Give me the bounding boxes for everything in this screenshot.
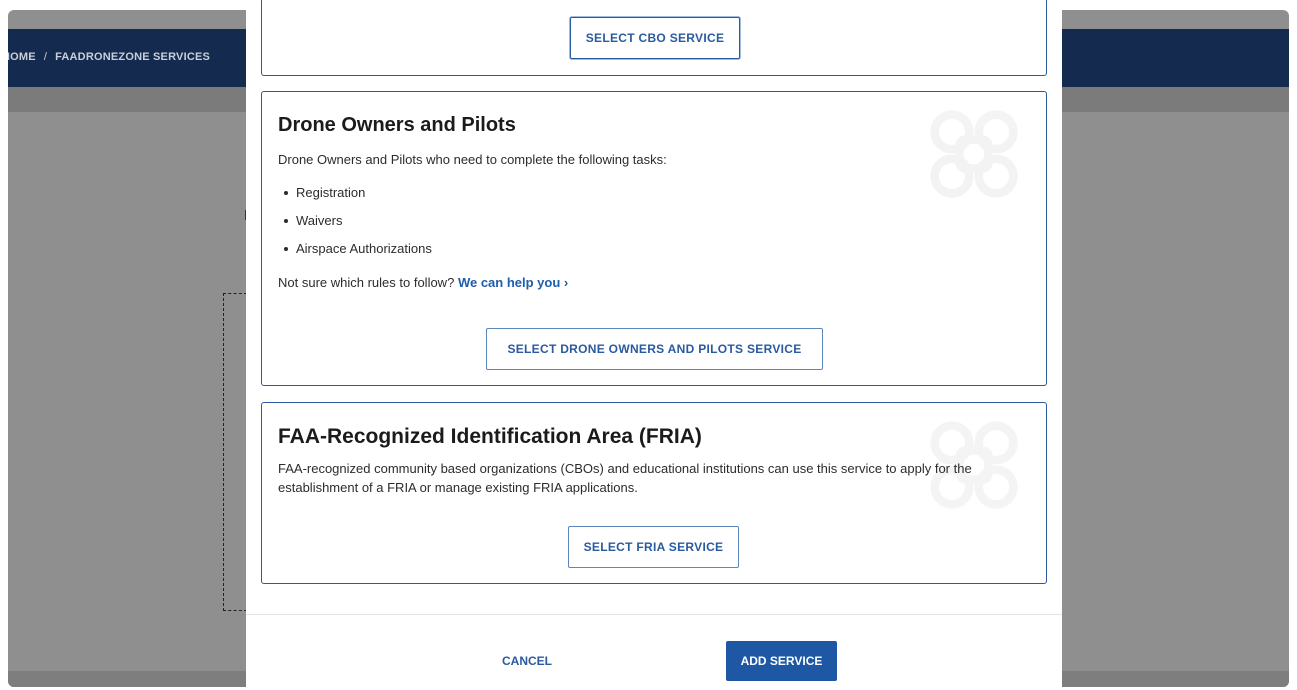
breadcrumb-current: FAADRONEZONE SERVICES [55, 51, 211, 63]
list-item: Waivers [280, 212, 432, 240]
task-label: Airspace Authorizations [296, 241, 432, 256]
drone-card-title: Drone Owners and Pilots [278, 114, 516, 136]
bullet-icon [284, 190, 288, 195]
breadcrumb: HOME / FAADRONEZONE SERVICES [8, 51, 210, 63]
list-item: Registration [280, 184, 432, 212]
task-label: Registration [296, 185, 366, 200]
select-fria-service-button[interactable]: SELECT FRIA SERVICE [568, 526, 739, 568]
cbo-service-card[interactable]: SELECT CBO SERVICE [261, 0, 1047, 76]
fria-service-card[interactable]: FAA-Recognized Identification Area (FRIA… [261, 402, 1047, 584]
select-drone-owners-pilots-button[interactable]: SELECT DRONE OWNERS AND PILOTS SERVICE [486, 328, 823, 370]
drone-card-description: Drone Owners and Pilots who need to comp… [278, 152, 667, 167]
breadcrumb-separator: / [43, 51, 48, 63]
drone-owners-pilots-card[interactable]: Drone Owners and Pilots Drone Owners and… [261, 91, 1047, 386]
add-service-button[interactable]: ADD SERVICE [726, 641, 837, 681]
drone-icon [930, 110, 1018, 198]
we-can-help-link[interactable]: We can help you › [458, 275, 568, 290]
help-prefix: Not sure which rules to follow? [278, 275, 455, 290]
bullet-icon [284, 218, 288, 223]
add-service-modal: SELECT CBO SERVICE Drone Owners and Pilo… [246, 0, 1062, 690]
bullet-icon [284, 246, 288, 251]
list-item: Airspace Authorizations [280, 240, 432, 268]
fria-card-description: FAA-recognized community based organizat… [278, 461, 972, 495]
drone-task-list: Registration Waivers Airspace Authorizat… [280, 184, 432, 268]
modal-footer: CANCEL ADD SERVICE [246, 614, 1062, 690]
breadcrumb-home: HOME [8, 51, 36, 63]
cancel-button[interactable]: CANCEL [482, 643, 572, 679]
fria-card-title: FAA-Recognized Identification Area (FRIA… [278, 425, 702, 448]
select-cbo-service-button[interactable]: SELECT CBO SERVICE [570, 17, 740, 59]
help-text: Not sure which rules to follow? We can h… [278, 273, 568, 292]
task-label: Waivers [296, 213, 343, 228]
